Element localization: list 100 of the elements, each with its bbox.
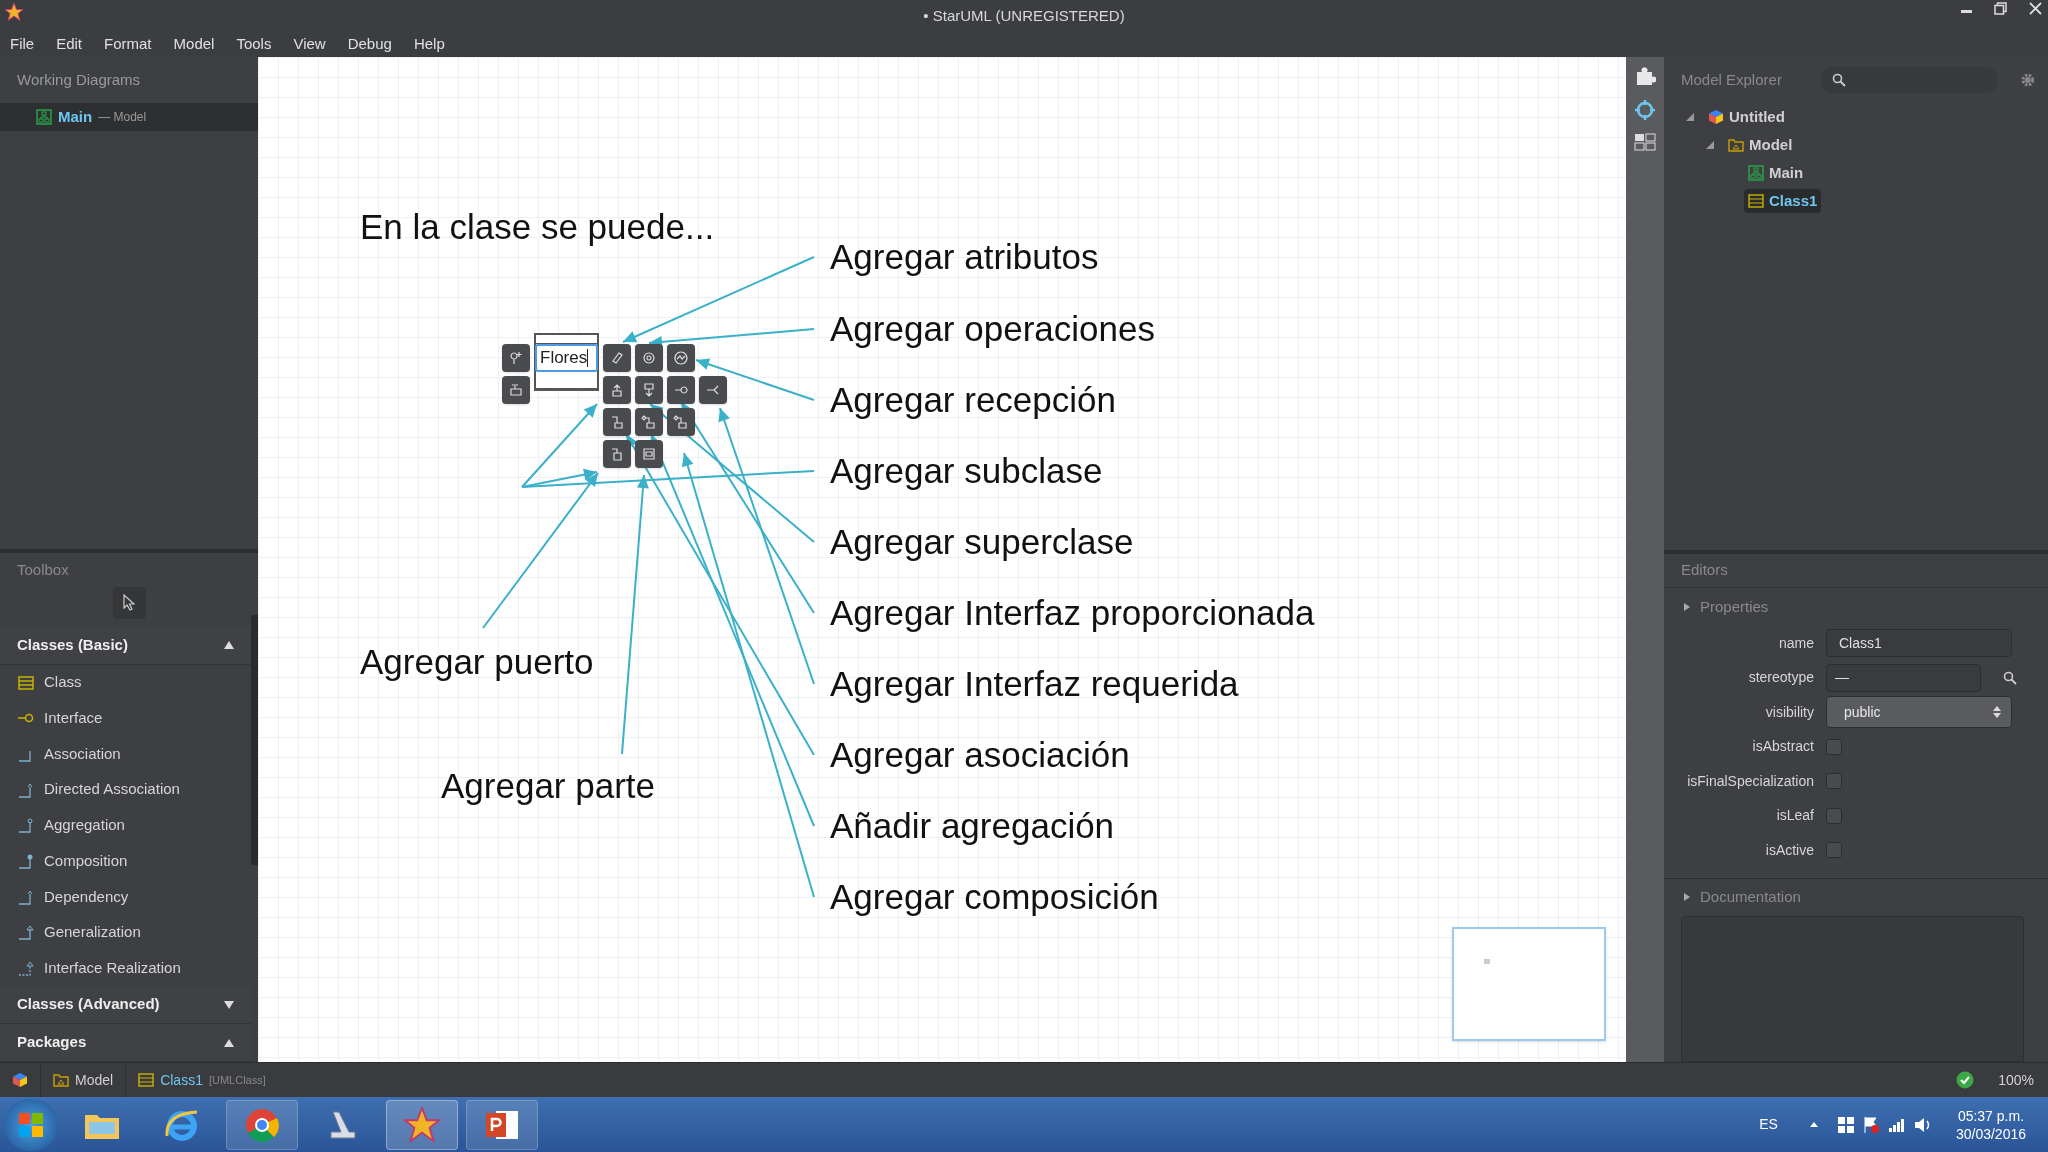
tool-glyph-icon: [508, 350, 524, 366]
taskbar-app[interactable]: [386, 1099, 458, 1150]
clock[interactable]: 05:37 p.m. 30/03/2016: [1955, 1106, 2026, 1143]
menu-item[interactable]: Format: [104, 33, 152, 56]
menu-item[interactable]: Debug: [347, 33, 392, 56]
add-part-button[interactable]: [502, 376, 530, 404]
add-port-class-button[interactable]: [603, 440, 631, 468]
search-field[interactable]: [1820, 67, 1999, 93]
property-label: name: [1777, 633, 1814, 653]
tool-glyph-icon: [609, 382, 625, 398]
checkbox[interactable]: [1826, 842, 1842, 859]
tool-glyph-icon: [508, 382, 524, 398]
stereotype-field[interactable]: —: [1826, 663, 1981, 692]
annotation-text: Añadir agregación: [830, 806, 1115, 846]
annotation-text: En la clase se puede...: [360, 207, 715, 247]
add-operation-button[interactable]: [635, 344, 663, 372]
panel-title: Editors: [1664, 554, 2048, 588]
menu-item[interactable]: Model: [173, 33, 215, 56]
menu-item[interactable]: View: [293, 33, 326, 56]
class-element[interactable]: Flores: [534, 333, 599, 391]
add-aggregation-button[interactable]: [635, 408, 663, 436]
property-label: isAbstract: [1751, 737, 1814, 757]
checkbox[interactable]: [1826, 738, 1842, 755]
menu-item[interactable]: Edit: [56, 33, 83, 56]
tray-arrow-icon[interactable]: [1809, 1122, 1818, 1127]
property-label: visibility: [1764, 702, 1814, 722]
add-attribute-button[interactable]: [603, 344, 631, 372]
add-port-button[interactable]: [502, 344, 530, 372]
taskbar-app[interactable]: [226, 1099, 298, 1150]
scrollbar[interactable]: [251, 614, 258, 865]
menu-item[interactable]: Help: [413, 33, 445, 56]
toolbox-item[interactable]: Generalization: [0, 914, 251, 951]
toolbox-item[interactable]: Composition: [0, 843, 251, 879]
class-icon: [138, 1073, 155, 1087]
annotation-text: Agregar recepción: [830, 380, 1116, 420]
toolbox-item[interactable]: Class: [0, 664, 251, 701]
cursor-icon: [123, 594, 135, 612]
add-superclass-button[interactable]: [635, 376, 663, 404]
toolbox-item[interactable]: Directed Association: [0, 771, 251, 808]
tree-item[interactable]: Class1: [1744, 189, 1822, 213]
tool-glyph-icon: [609, 414, 625, 430]
add-subclass-button[interactable]: [603, 376, 631, 404]
class-name-field[interactable]: Flores: [535, 344, 598, 372]
menu-item[interactable]: Tools: [236, 33, 272, 56]
class-icon: [1748, 194, 1764, 208]
add-provided-interface-button[interactable]: [667, 376, 695, 404]
expand-triangle-icon[interactable]: [1686, 113, 1694, 121]
close-icon[interactable]: [2029, 2, 2042, 15]
panel-title: Working Diagrams: [16, 69, 142, 90]
diagram-item[interactable]: Main — Model: [0, 103, 258, 131]
restore-icon[interactable]: [1994, 2, 2007, 15]
add-required-interface-button[interactable]: [699, 376, 727, 404]
search-icon[interactable]: [2003, 670, 2017, 685]
chrome-logo-icon: [244, 1106, 280, 1143]
windows-flag-icon: [1837, 1116, 1854, 1133]
tree-item[interactable]: Model: [1724, 133, 1797, 157]
annotation-text: Agregar Interfaz requerida: [830, 664, 1239, 704]
settings-icon[interactable]: [2020, 72, 2036, 88]
pointer-tool-button[interactable]: [112, 586, 146, 619]
relation-icon: [18, 781, 34, 798]
crosshair-icon[interactable]: [1634, 99, 1656, 121]
check-icon: [1956, 1071, 1975, 1089]
language-indicator[interactable]: ES: [1759, 1114, 1778, 1135]
annotation-text: Agregar Interfaz proporcionada: [830, 593, 1315, 633]
toolbox-item[interactable]: Interface: [0, 700, 251, 737]
relation-icon: [18, 853, 34, 870]
add-composition-button[interactable]: [667, 408, 695, 436]
name-field[interactable]: Class1: [1826, 629, 2012, 658]
add-reception-button[interactable]: [667, 344, 695, 372]
toolbox-item[interactable]: Dependency: [0, 878, 251, 915]
property-label: stereotype: [1747, 668, 1814, 688]
add-part-class-button[interactable]: [635, 440, 663, 468]
tool-glyph-icon: [609, 446, 625, 462]
puzzle-icon[interactable]: [1634, 65, 1656, 87]
menu-item[interactable]: File: [10, 33, 35, 56]
toolbox-item[interactable]: Interface Realization: [0, 950, 251, 986]
add-association-button[interactable]: [603, 408, 631, 436]
toolbox-item[interactable]: Aggregation: [0, 807, 251, 844]
checkbox[interactable]: [1826, 807, 1842, 824]
relation-icon: [18, 960, 34, 977]
section-arrow-icon[interactable]: [1684, 893, 1690, 901]
diagram-icon: [1748, 165, 1764, 181]
section-arrow-icon[interactable]: [1684, 603, 1690, 611]
visibility-select[interactable]: public: [1826, 696, 2012, 729]
property-label: isFinalSpecialization: [1686, 771, 1814, 791]
tree-item[interactable]: Main: [1744, 161, 1808, 185]
panel-title: Model Explorer: [1681, 69, 1783, 90]
property-label: isLeaf: [1775, 806, 1814, 826]
taskbar-app[interactable]: [466, 1099, 538, 1150]
windows-logo-icon: [18, 1111, 44, 1138]
checkbox[interactable]: [1826, 773, 1842, 790]
expand-triangle-icon[interactable]: [1706, 141, 1714, 149]
flag-warning-icon: [1861, 1115, 1880, 1134]
annotation-text: Agregar asociación: [830, 735, 1130, 775]
expand-arrow-icon: [224, 1000, 234, 1009]
toolbox-item[interactable]: Association: [0, 736, 251, 772]
folder-icon: [53, 1073, 69, 1087]
layout-grid-icon[interactable]: [1634, 133, 1656, 151]
tree-item[interactable]: Untitled: [1704, 105, 1789, 129]
diagram-canvas[interactable]: [258, 57, 1626, 1062]
